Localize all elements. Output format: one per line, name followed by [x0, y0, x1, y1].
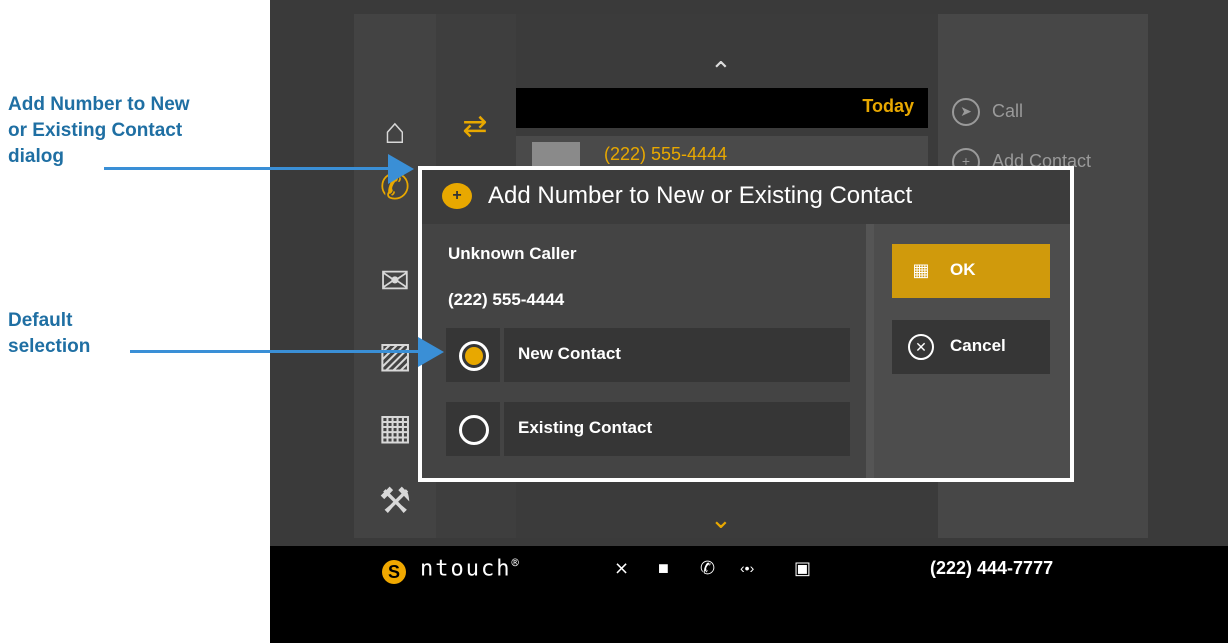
radio-cell[interactable] — [446, 328, 500, 382]
ok-icon: ▦ — [912, 260, 930, 280]
default-callout-line — [130, 350, 420, 353]
cancel-icon: ✕ — [908, 334, 934, 360]
relay-icon[interactable]: ‹•› — [740, 560, 754, 576]
add-contact-icon: + — [442, 183, 472, 209]
option-new-contact[interactable]: New Contact — [446, 328, 850, 382]
list-item-phone: (222) 555-4444 — [604, 144, 728, 164]
dialog-callout-line — [104, 167, 390, 170]
cancel-button-label: Cancel — [950, 336, 1006, 355]
dialog-callout-line-2: or Existing Contact — [8, 120, 183, 141]
mail-icon[interactable]: ✉ — [372, 258, 418, 304]
home-icon[interactable]: ⌂ — [372, 108, 418, 154]
default-callout: Default selection — [8, 308, 90, 360]
radio-unselected-icon[interactable] — [459, 415, 489, 445]
contacts-icon[interactable]: ▨ — [372, 332, 418, 378]
option-label: Existing Contact — [518, 418, 653, 437]
camera-icon[interactable]: ■ — [658, 558, 669, 579]
status-bar: S ntouch® ⨯ ■ ✆ ‹•› ▣ (222) 444-7777 — [270, 546, 1228, 643]
option-label: New Contact — [518, 344, 621, 363]
caller-phone: (222) 555-4444 — [448, 290, 565, 309]
mic-mute-icon[interactable]: ⨯ — [614, 558, 629, 579]
option-existing-contact[interactable]: Existing Contact — [446, 402, 850, 456]
dialog-callout-line-1: Add Number to New — [8, 94, 190, 115]
chevron-down-icon[interactable]: ⌄ — [710, 504, 732, 535]
phone-icon[interactable]: ✆ — [700, 558, 715, 579]
monitor-icon[interactable]: ▣ — [794, 558, 811, 579]
date-header: Today — [516, 88, 928, 128]
radio-cell[interactable] — [446, 402, 500, 456]
user-phone-number: (222) 444-7777 — [930, 558, 1054, 578]
ok-button-label: OK — [950, 260, 976, 279]
brand-text: ntouch — [420, 556, 512, 582]
dialog-content: Unknown Caller (222) 555-4444 New Contac… — [422, 224, 866, 478]
dialog-callout-arrowhead — [388, 154, 414, 184]
caller-name: Unknown Caller — [448, 244, 577, 263]
add-number-dialog: + Add Number to New or Existing Contact … — [418, 166, 1074, 482]
dialog-title: Add Number to New or Existing Contact — [488, 182, 913, 209]
menu-item-call[interactable]: ➤ Call — [952, 98, 1023, 126]
default-callout-line-2: selection — [8, 336, 91, 357]
ok-button[interactable]: ▦ OK — [892, 244, 1050, 298]
date-header-label: Today — [862, 96, 914, 116]
call-history-icon[interactable]: ⇄ — [452, 104, 498, 150]
dialog-header: + Add Number to New or Existing Contact — [422, 170, 1070, 224]
default-callout-line-1: Default — [8, 310, 73, 331]
default-callout-arrowhead — [418, 337, 444, 367]
radio-selected-icon[interactable] — [459, 341, 489, 371]
ntouch-logo-icon: S — [382, 560, 406, 584]
menu-item-label: Call — [992, 100, 1024, 121]
dialog-actions: ▦ OK ✕ Cancel — [874, 224, 1070, 478]
chevron-up-icon[interactable]: ⌃ — [710, 56, 732, 87]
cancel-button[interactable]: ✕ Cancel — [892, 320, 1050, 374]
dialog-callout: Add Number to New or Existing Contact di… — [8, 92, 190, 170]
device-screen: ⌂ ✆ ✉ ▨ ▦ ⚒ ⇄ ⌃ Today (222) 555-4444 ⌄ ➤… — [270, 0, 1228, 643]
settings-icon[interactable]: ⚒ — [372, 478, 418, 524]
call-action-icon: ➤ — [952, 98, 980, 126]
brand-name: ntouch® — [420, 556, 521, 581]
registered-mark: ® — [511, 556, 521, 570]
option-label-cell[interactable]: Existing Contact — [504, 402, 850, 456]
radio-dot — [465, 347, 483, 365]
video-icon[interactable]: ▦ — [372, 404, 418, 450]
option-label-cell[interactable]: New Contact — [504, 328, 850, 382]
